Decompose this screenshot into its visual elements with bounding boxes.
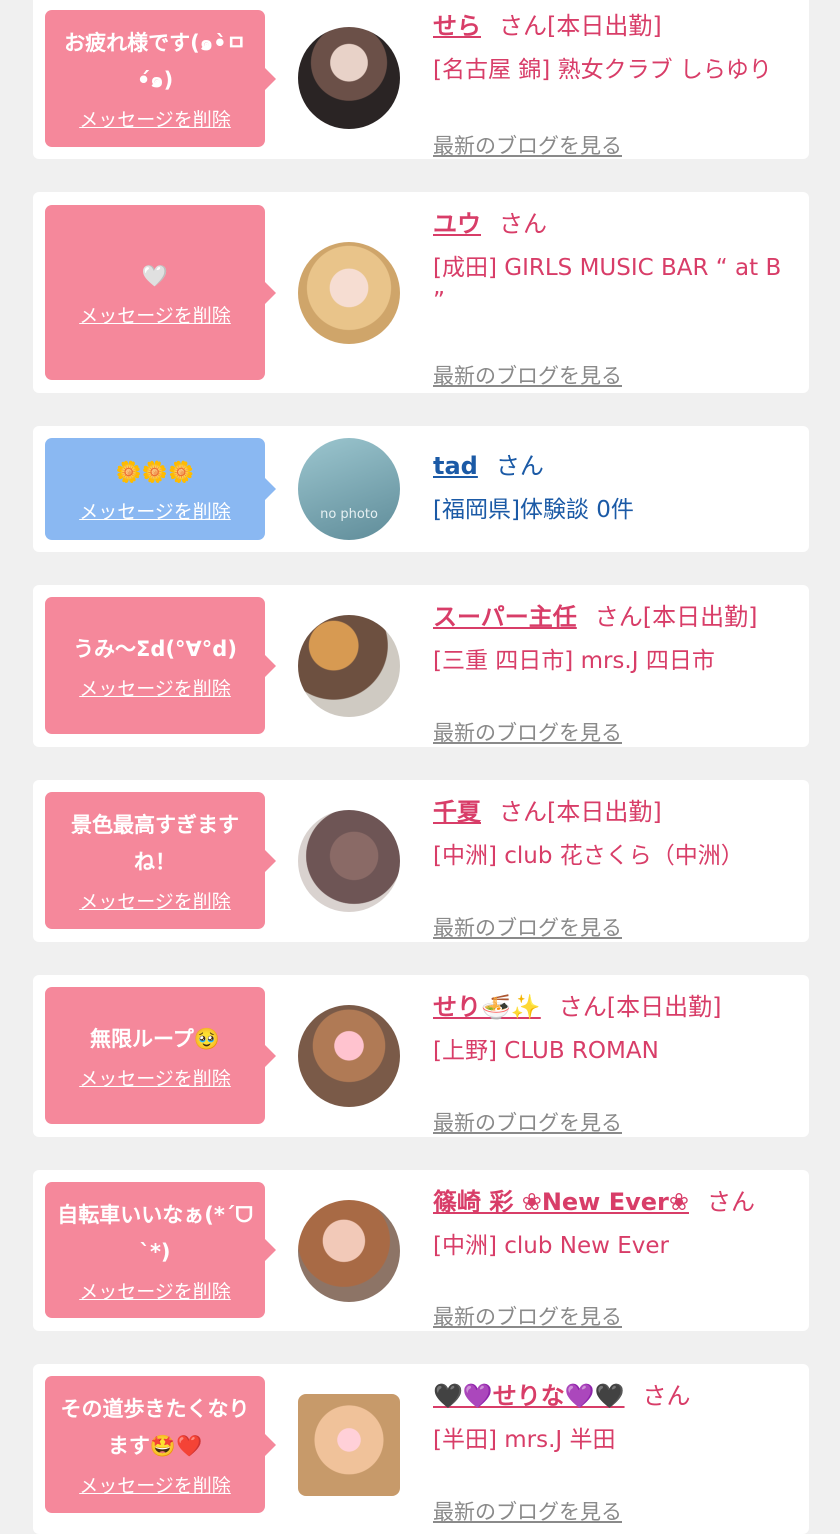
honorific: さん xyxy=(642,1382,691,1410)
shop-name: [名古屋 錦] 熟女クラブ しらゆり xyxy=(433,57,772,83)
delete-message-link[interactable]: メッセージを削除 xyxy=(79,105,231,132)
user-info: tad さん [福岡県]体験談 0件 xyxy=(433,450,799,527)
user-info: 千夏 さん[本日出勤] [中洲] club 花さくら（中洲） 最新のブログを見る xyxy=(433,796,799,940)
delete-message-link[interactable]: メッセージを削除 xyxy=(79,301,231,328)
attendance-status: [本日出勤] xyxy=(642,603,758,631)
delete-message-link[interactable]: メッセージを削除 xyxy=(79,497,231,524)
avatar[interactable] xyxy=(298,242,400,344)
delete-message-link[interactable]: メッセージを削除 xyxy=(79,1471,231,1498)
message-card: お疲れ様です(๑•̀ㅁ•́๑) メッセージを削除 せら さん[本日出勤] [名古屋… xyxy=(33,0,809,159)
message-card: うみ〜Σd(°∀°d) メッセージを削除 スーパー主任 さん[本日出勤] [三重 … xyxy=(33,585,809,747)
shop-name: [福岡県]体験談 0件 xyxy=(433,497,634,523)
user-name-link[interactable]: 🖤💜せりな💜🖤 xyxy=(433,1382,625,1410)
attendance-status: [本日出勤] xyxy=(547,798,662,826)
delete-message-link[interactable]: メッセージを削除 xyxy=(79,674,231,701)
delete-message-link[interactable]: メッセージを削除 xyxy=(79,1064,231,1091)
avatar[interactable] xyxy=(298,1394,400,1496)
avatar[interactable] xyxy=(298,810,400,912)
honorific: さん xyxy=(706,1188,755,1216)
message-text: うみ〜Σd(°∀°d) xyxy=(73,636,237,661)
message-card: 自転車いいなぁ(*´ᗜ`*) メッセージを削除 篠崎 彩 ❀New Ever❀ さ… xyxy=(33,1170,809,1331)
honorific: さん xyxy=(558,993,607,1021)
message-text: 🌼🌼🌼 xyxy=(115,460,195,484)
latest-blog-link[interactable]: 最新のブログを見る xyxy=(433,360,622,390)
message-bubble: うみ〜Σd(°∀°d) メッセージを削除 xyxy=(45,597,276,734)
user-name-link[interactable]: 篠崎 彩 ❀New Ever❀ xyxy=(433,1188,689,1216)
attendance-status: [本日出勤] xyxy=(547,12,662,40)
message-card: 無限ループ🥹 メッセージを削除 せり🍜✨ さん[本日出勤] [上野] CLUB R… xyxy=(33,975,809,1137)
shop-name: [中洲] club New Ever xyxy=(433,1233,670,1259)
message-text: その道歩きたくなります🤩❤️ xyxy=(60,1397,250,1458)
honorific: さん xyxy=(594,603,643,631)
message-bubble: 景色最高すぎますね！ メッセージを削除 xyxy=(45,792,276,929)
message-card: 🌼🌼🌼 メッセージを削除 no photo tad さん [福岡県]体験談 0件 xyxy=(33,426,809,552)
honorific: さん xyxy=(499,210,547,238)
avatar[interactable] xyxy=(298,1005,400,1107)
shop-name: [上野] CLUB ROMAN xyxy=(433,1038,659,1064)
latest-blog-link[interactable]: 最新のブログを見る xyxy=(433,717,622,747)
message-card: その道歩きたくなります🤩❤️ メッセージを削除 🖤💜せりな💜🖤 さん [半田] m… xyxy=(33,1364,809,1534)
user-name-link[interactable]: tad xyxy=(433,452,478,480)
avatar[interactable] xyxy=(298,1200,400,1302)
user-info: スーパー主任 さん[本日出勤] [三重 四日市] mrs.J 四日市 最新のブログ… xyxy=(433,601,799,745)
latest-blog-link[interactable]: 最新のブログを見る xyxy=(433,1301,622,1331)
latest-blog-link[interactable]: 最新のブログを見る xyxy=(433,1107,622,1137)
latest-blog-link[interactable]: 最新のブログを見る xyxy=(433,130,622,160)
message-bubble: 🤍 メッセージを削除 xyxy=(45,205,276,380)
latest-blog-link[interactable]: 最新のブログを見る xyxy=(433,912,622,942)
message-text: 無限ループ🥹 xyxy=(90,1026,220,1051)
shop-name: [半田] mrs.J 半田 xyxy=(433,1427,616,1453)
shop-name: [三重 四日市] mrs.J 四日市 xyxy=(433,648,715,674)
message-card: 景色最高すぎますね！ メッセージを削除 千夏 さん[本日出勤] [中洲] club… xyxy=(33,780,809,942)
avatar[interactable] xyxy=(298,27,400,129)
user-name-link[interactable]: ユウ xyxy=(433,210,481,238)
avatar[interactable] xyxy=(298,615,400,717)
message-text: 景色最高すぎますね！ xyxy=(71,813,239,874)
message-bubble: お疲れ様です(๑•̀ㅁ•́๑) メッセージを削除 xyxy=(45,10,276,147)
message-text: お疲れ様です(๑•̀ㅁ•́๑) xyxy=(64,31,246,92)
user-info: せら さん[本日出勤] [名古屋 錦] 熟女クラブ しらゆり 最新のブログを見る xyxy=(433,10,799,158)
honorific: さん xyxy=(499,12,547,40)
shop-name: [成田] GIRLS MUSIC BAR “ at B ” xyxy=(433,255,782,314)
user-name-link[interactable]: 千夏 xyxy=(433,798,481,826)
message-text: 自転車いいなぁ(*´ᗜ`*) xyxy=(57,1202,253,1264)
user-name-link[interactable]: せり🍜✨ xyxy=(433,993,541,1021)
message-card: 🤍 メッセージを削除 ユウ さん [成田] GIRLS MUSIC BAR “ a… xyxy=(33,192,809,393)
user-name-link[interactable]: せら xyxy=(433,12,481,40)
message-bubble: その道歩きたくなります🤩❤️ メッセージを削除 xyxy=(45,1376,276,1513)
message-bubble: 🌼🌼🌼 メッセージを削除 xyxy=(45,438,276,540)
message-text: 🤍 xyxy=(141,263,169,288)
user-info: 🖤💜せりな💜🖤 さん [半田] mrs.J 半田 最新のブログを見る xyxy=(433,1380,799,1524)
no-photo-label: no photo xyxy=(320,507,378,522)
shop-name: [中洲] club 花さくら（中洲） xyxy=(433,843,744,869)
honorific: さん xyxy=(499,798,547,826)
delete-message-link[interactable]: メッセージを削除 xyxy=(79,1277,231,1304)
message-bubble: 自転車いいなぁ(*´ᗜ`*) メッセージを削除 xyxy=(45,1182,276,1318)
latest-blog-link[interactable]: 最新のブログを見る xyxy=(433,1496,622,1526)
user-info: 篠崎 彩 ❀New Ever❀ さん [中洲] club New Ever 最新の… xyxy=(433,1186,799,1329)
message-bubble: 無限ループ🥹 メッセージを削除 xyxy=(45,987,276,1124)
delete-message-link[interactable]: メッセージを削除 xyxy=(79,887,231,914)
user-info: ユウ さん [成田] GIRLS MUSIC BAR “ at B ” 最新のブロ… xyxy=(433,208,799,388)
user-info: せり🍜✨ さん[本日出勤] [上野] CLUB ROMAN 最新のブログを見る xyxy=(433,991,799,1135)
honorific: さん xyxy=(495,452,544,480)
avatar[interactable]: no photo xyxy=(298,438,400,540)
user-name-link[interactable]: スーパー主任 xyxy=(433,603,577,631)
attendance-status: [本日出勤] xyxy=(606,993,722,1021)
